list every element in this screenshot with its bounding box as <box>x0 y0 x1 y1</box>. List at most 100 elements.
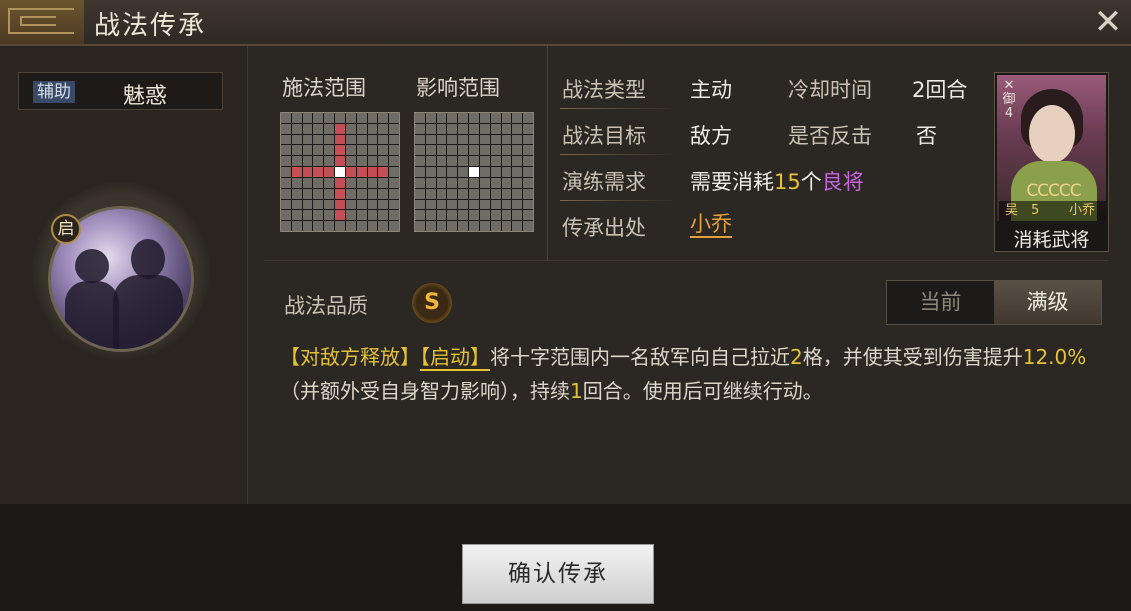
grid-cell <box>345 145 356 156</box>
grid-cell <box>324 156 335 167</box>
grid-cell <box>458 188 469 199</box>
grid-cell <box>436 123 447 134</box>
grid-cell <box>415 167 425 177</box>
general-portrait: ✕ 御4 CCCCC 吴 5 小乔 <box>997 75 1106 221</box>
grid-cell <box>479 156 490 167</box>
grid-cell <box>313 177 324 188</box>
grid-cell <box>501 199 512 210</box>
grid-cell <box>313 199 324 210</box>
grid-cell <box>469 210 479 221</box>
grid-cell <box>447 134 458 145</box>
close-icon[interactable]: ✕ <box>1092 5 1124 39</box>
grid-cell <box>501 177 512 188</box>
grid-cell <box>425 156 436 167</box>
grid-cell <box>458 167 469 177</box>
grid-cell <box>324 134 335 145</box>
effect-range-grid <box>414 112 534 232</box>
quality-grade-badge: S <box>412 283 452 323</box>
source-link[interactable]: 小乔 <box>690 212 732 238</box>
skill-name: 魅惑 <box>123 84 168 109</box>
grid-cell <box>367 177 378 188</box>
grid-cell <box>447 145 458 156</box>
grid-cell <box>335 145 345 156</box>
grid-cell <box>501 210 512 221</box>
tab-current[interactable]: 当前 <box>887 281 994 324</box>
grid-cell <box>501 123 512 134</box>
grid-cell <box>345 156 356 167</box>
grid-cell <box>458 221 469 231</box>
quality-label: 战法品质 <box>284 294 368 318</box>
training-label: 演练需求 <box>562 170 646 194</box>
training-requirement: 需要消耗15个良将 <box>690 170 864 194</box>
tab-max-level[interactable]: 满级 <box>994 281 1101 324</box>
grid-cell <box>389 188 399 199</box>
grid-cell <box>389 167 399 177</box>
grid-cell <box>523 221 533 231</box>
grid-cell <box>335 199 345 210</box>
grid-cell <box>281 134 291 145</box>
grid-cell <box>523 145 533 156</box>
cast-range-label: 施法范围 <box>282 76 366 100</box>
grid-cell <box>356 113 367 123</box>
grid-cell <box>490 188 501 199</box>
grid-cell <box>291 113 302 123</box>
grid-cell <box>436 210 447 221</box>
grid-cell <box>367 156 378 167</box>
grid-cell <box>447 221 458 231</box>
grid-cell <box>345 123 356 134</box>
grid-cell <box>302 156 313 167</box>
grid-cell <box>367 167 378 177</box>
grid-cell <box>389 210 399 221</box>
grid-cell <box>291 167 302 177</box>
troop-type-icon: ✕ 御4 <box>1002 78 1016 121</box>
grid-cell <box>490 221 501 231</box>
grid-cell <box>335 156 345 167</box>
title-bar: 战法传承 ✕ <box>0 0 1131 46</box>
grid-cell <box>378 134 389 145</box>
grid-cell <box>291 199 302 210</box>
grid-cell <box>479 134 490 145</box>
grid-cell <box>291 156 302 167</box>
skill-name-box: 辅助 魅惑 <box>18 72 223 110</box>
grid-cell <box>313 210 324 221</box>
grid-cell <box>447 177 458 188</box>
grid-cell <box>479 188 490 199</box>
grid-cell <box>324 199 335 210</box>
grid-cell <box>356 177 367 188</box>
grid-cell <box>512 221 523 231</box>
grid-cell <box>281 113 291 123</box>
grid-cell <box>313 113 324 123</box>
grid-cell <box>324 145 335 156</box>
page-title: 战法传承 <box>94 11 207 41</box>
grid-cell <box>501 145 512 156</box>
grid-cell <box>501 156 512 167</box>
grid-cell <box>523 188 533 199</box>
grid-cell <box>345 134 356 145</box>
grid-cell <box>469 156 479 167</box>
grid-cell <box>367 199 378 210</box>
grid-cell <box>447 167 458 177</box>
general-card[interactable]: ✕ 御4 CCCCC 吴 5 小乔 消耗武将 <box>994 72 1109 252</box>
grid-cell <box>490 113 501 123</box>
grid-cell <box>458 210 469 221</box>
grid-cell <box>490 123 501 134</box>
grid-cell <box>447 123 458 134</box>
grid-cell <box>425 210 436 221</box>
grid-cell <box>415 221 425 231</box>
grid-cell <box>479 221 490 231</box>
grid-cell <box>425 177 436 188</box>
grid-cell <box>378 210 389 221</box>
grid-cell <box>523 177 533 188</box>
grid-cell <box>490 199 501 210</box>
grid-cell <box>523 156 533 167</box>
grid-cell <box>512 167 523 177</box>
grid-cell <box>356 156 367 167</box>
grid-cell <box>345 199 356 210</box>
grid-cell <box>302 113 313 123</box>
confirm-inherit-button[interactable]: 确认传承 <box>462 544 654 604</box>
grid-cell <box>458 177 469 188</box>
skill-target-label: 战法目标 <box>562 124 646 148</box>
grid-cell <box>356 167 367 177</box>
grid-cell <box>458 199 469 210</box>
grid-cell <box>335 221 345 231</box>
